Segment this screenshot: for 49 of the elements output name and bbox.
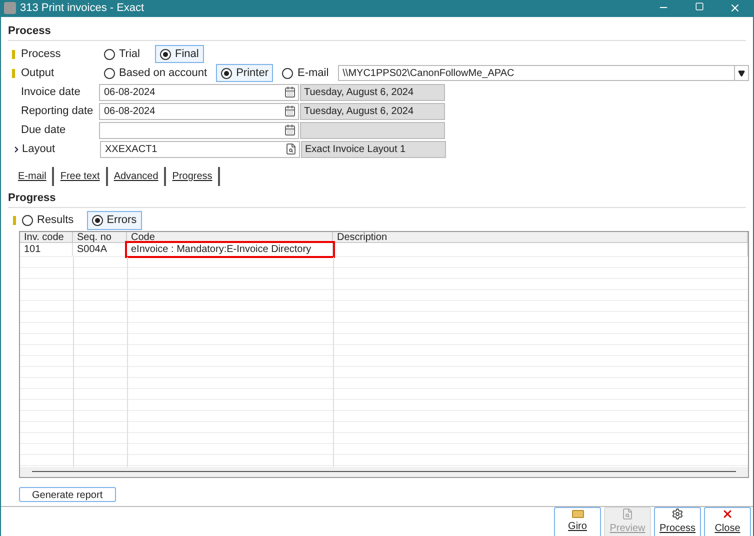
generate-report-button[interactable]: Generate report [19, 486, 116, 502]
tab[interactable]: Advanced [108, 167, 166, 186]
radio-option[interactable]: Printer [216, 64, 274, 82]
radio-option[interactable]: Final [154, 44, 204, 64]
radio-option[interactable]: Trial [99, 44, 145, 64]
radio-option[interactable]: Results [17, 211, 79, 230]
gear-icon [671, 508, 684, 520]
calendar-icon[interactable] [284, 124, 296, 136]
input-field[interactable]: 06-08-2024 [99, 84, 299, 100]
tab[interactable]: E-mail [12, 167, 54, 186]
printer-dropdown[interactable]: \\MYC1PPS02\CanonFollowMe_APAC [338, 65, 749, 81]
field-label: Reporting date [21, 104, 94, 119]
radio-option[interactable]: E-mail [277, 64, 334, 82]
column-header[interactable]: Inv. code [20, 232, 73, 242]
radio-option[interactable]: Errors [86, 211, 142, 230]
field-label: Output [21, 66, 56, 81]
table-cell: 101 [20, 243, 73, 256]
tab[interactable]: Progress [166, 167, 220, 186]
horizontal-scrollbar[interactable] [20, 466, 748, 477]
maximize-icon [694, 2, 704, 12]
expand-icon[interactable] [12, 144, 21, 154]
window-title: 313 Print invoices - Exact [20, 1, 144, 16]
table-cell: eInvoice : Mandatory:E-Invoice Directory [127, 243, 333, 256]
toolbar-button[interactable]: Close [704, 507, 751, 536]
field-label: Invoice date [21, 84, 82, 100]
radio-option[interactable]: Based on account [99, 64, 212, 82]
field-label: Process [21, 46, 62, 62]
preview-icon [621, 508, 634, 520]
input-field[interactable] [99, 122, 299, 138]
input-field[interactable]: XXEXACT1 [100, 140, 300, 158]
field-label: Due date [21, 122, 67, 138]
tab[interactable]: Free text [54, 167, 108, 186]
close-icon [721, 508, 734, 520]
field-label: Layout [22, 142, 56, 157]
input-field[interactable]: 06-08-2024 [99, 102, 299, 120]
toolbar-button[interactable]: Process [654, 507, 701, 536]
calendar-icon[interactable] [284, 86, 296, 98]
dropdown-arrow-icon [738, 70, 745, 76]
close-icon [729, 2, 741, 14]
lookup-icon[interactable] [285, 143, 297, 155]
card-icon [572, 510, 584, 518]
calendar-icon[interactable] [284, 105, 296, 117]
section-title: Progress [8, 190, 746, 208]
app-icon [4, 2, 16, 14]
description-field: Tuesday, August 6, 2024 [300, 102, 445, 120]
description-field: Tuesday, August 6, 2024 [300, 84, 445, 100]
toolbar-button[interactable]: Giro [554, 507, 601, 536]
description-field: Exact Invoice Layout 1 [301, 140, 446, 158]
section-title: Process [8, 22, 746, 41]
